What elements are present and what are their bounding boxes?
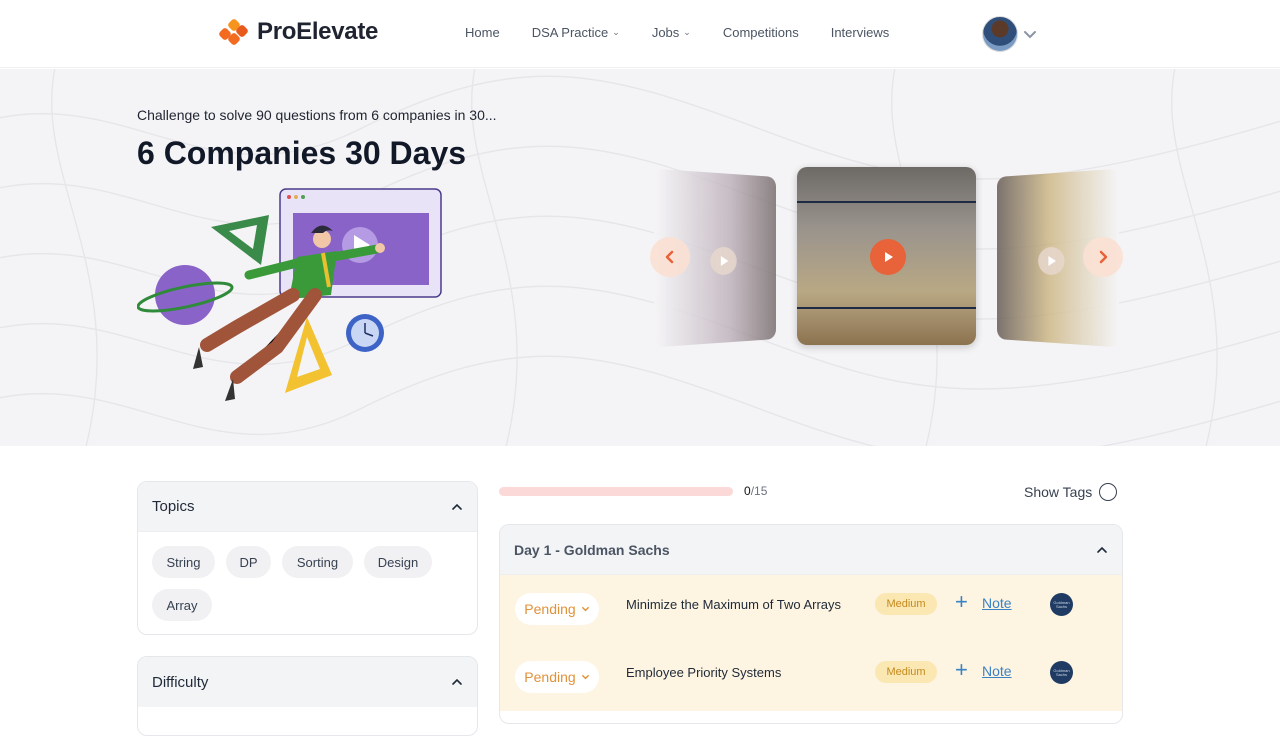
- note-link[interactable]: Note: [982, 595, 1012, 611]
- topic-chips: String DP Sorting Design Array: [138, 532, 477, 621]
- status-dropdown[interactable]: Pending: [515, 661, 599, 693]
- chevron-left-icon: [665, 250, 674, 264]
- show-tags-toggle[interactable]: Show Tags: [1024, 483, 1118, 501]
- play-icon[interactable]: [870, 239, 906, 275]
- progress-count: 0/15: [744, 484, 767, 498]
- show-tags-radio[interactable]: [1099, 483, 1118, 501]
- nav-item-label: Jobs: [651, 25, 680, 40]
- nav-item-label: Home: [465, 25, 500, 40]
- chevron-up-icon[interactable]: [1096, 544, 1108, 556]
- topic-chip-string[interactable]: String: [152, 546, 215, 578]
- brand-logo[interactable]: ProElevate: [217, 16, 378, 48]
- chevron-down-icon[interactable]: [1023, 28, 1037, 42]
- progress-bar: [499, 487, 733, 496]
- chevron-right-icon: [1099, 250, 1108, 264]
- chevron-down-icon: ⌄: [683, 27, 691, 37]
- nav-item-jobs[interactable]: Jobs ⌄: [652, 25, 691, 40]
- nav-item-dsa-practice[interactable]: DSA Practice ⌄: [532, 25, 620, 40]
- carousel-next-button[interactable]: [1083, 237, 1123, 277]
- video-frame-edge: [797, 307, 976, 309]
- chevron-up-icon[interactable]: [451, 676, 463, 688]
- play-icon[interactable]: [710, 246, 737, 276]
- hero-banner: Challenge to solve 90 questions from 6 c…: [0, 69, 1280, 446]
- video-thumbnail-current[interactable]: [797, 167, 976, 345]
- day-header[interactable]: Day 1 - Goldman Sachs: [500, 525, 1122, 575]
- chevron-down-icon: [581, 606, 589, 611]
- difficulty-heading: Difficulty: [152, 673, 209, 691]
- video-frame-edge: [797, 201, 976, 203]
- play-icon[interactable]: [1038, 246, 1065, 276]
- topic-chip-sorting[interactable]: Sorting: [282, 546, 353, 578]
- topics-heading: Topics: [152, 498, 195, 515]
- top-navbar: ProElevate Home DSA Practice ⌄ Jobs ⌄ Co…: [0, 0, 1280, 68]
- day-section: Day 1 - Goldman Sachs Pending Minimize t…: [499, 524, 1123, 724]
- goldman-sachs-logo: Goldman Sachs: [1050, 593, 1073, 616]
- nav-item-label: DSA Practice: [531, 25, 609, 40]
- video-carousel: [650, 167, 1125, 348]
- topic-chip-design[interactable]: Design: [364, 546, 432, 578]
- nav-item-interviews[interactable]: Interviews: [831, 25, 890, 40]
- add-note-icon[interactable]: +: [955, 591, 968, 613]
- progress-solved: 0: [744, 484, 751, 498]
- topic-chip-dp[interactable]: DP: [226, 546, 271, 578]
- add-note-icon[interactable]: +: [955, 659, 968, 681]
- note-link[interactable]: Note: [982, 663, 1012, 679]
- user-avatar[interactable]: [982, 16, 1018, 52]
- difficulty-badge: Medium: [875, 661, 937, 683]
- question-title[interactable]: Minimize the Maximum of Two Arrays: [626, 597, 841, 612]
- topics-header[interactable]: Topics: [138, 482, 477, 532]
- proelevate-logo-icon: [219, 19, 248, 45]
- topic-chip-array[interactable]: Array: [152, 589, 212, 621]
- status-label: Pending: [524, 601, 576, 617]
- nav-item-home[interactable]: Home: [465, 25, 500, 40]
- chevron-up-icon[interactable]: [451, 501, 463, 513]
- chevron-down-icon: ⌄: [612, 27, 620, 37]
- topics-filter-panel: Topics String DP Sorting Design Array: [137, 481, 478, 635]
- question-row: Pending Minimize the Maximum of Two Arra…: [500, 575, 1122, 643]
- hero-title: 6 Companies 30 Days: [137, 135, 467, 171]
- hero-subtitle: Challenge to solve 90 questions from 6 c…: [137, 107, 497, 123]
- brand-name: ProElevate: [257, 18, 379, 45]
- status-label: Pending: [524, 669, 576, 685]
- goldman-sachs-logo: Goldman Sachs: [1050, 661, 1073, 684]
- status-dropdown[interactable]: Pending: [515, 593, 599, 625]
- difficulty-filter-panel: Difficulty: [137, 656, 478, 736]
- nav-links: Home DSA Practice ⌄ Jobs ⌄ Competitions …: [465, 25, 889, 40]
- chevron-down-icon: [581, 674, 589, 679]
- day-heading: Day 1 - Goldman Sachs: [514, 541, 670, 558]
- show-tags-label: Show Tags: [1024, 484, 1093, 500]
- carousel-prev-button[interactable]: [650, 237, 690, 277]
- nav-item-competitions[interactable]: Competitions: [723, 25, 799, 40]
- progress-total: /15: [750, 484, 768, 498]
- nav-item-label: Competitions: [722, 25, 799, 40]
- question-title[interactable]: Employee Priority Systems: [626, 665, 781, 680]
- nav-item-label: Interviews: [830, 25, 890, 40]
- learning-illustration: [137, 188, 442, 401]
- difficulty-badge: Medium: [875, 593, 937, 615]
- question-row: Pending Employee Priority Systems Medium…: [500, 643, 1122, 711]
- difficulty-header[interactable]: Difficulty: [138, 657, 477, 707]
